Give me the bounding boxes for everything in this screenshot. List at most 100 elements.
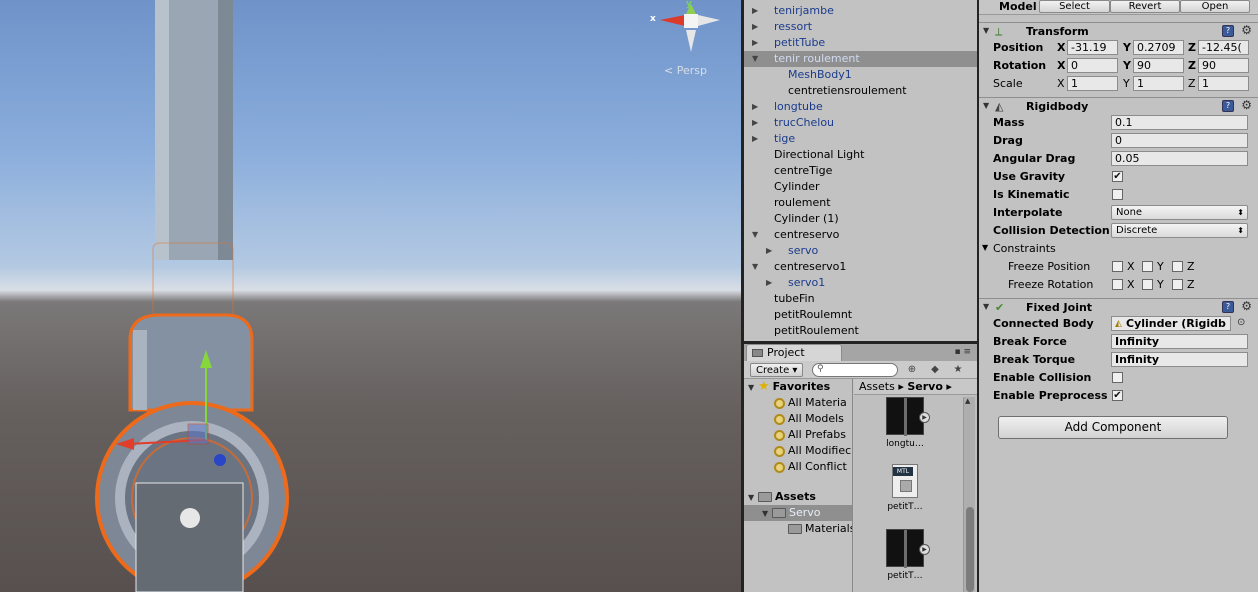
fold-arrow-icon[interactable]: ▼	[748, 380, 758, 396]
assets-row[interactable]: ▼ Assets	[748, 489, 816, 505]
tab-project[interactable]: Project	[746, 344, 842, 361]
lock-menu-icon[interactable]: ▪ ≡	[954, 347, 971, 357]
asset-item[interactable]: MTL petitT…	[875, 464, 935, 512]
search-input[interactable]: ⚲	[812, 363, 898, 377]
axis-x-label[interactable]: X	[1057, 59, 1065, 72]
axis-z-label[interactable]: Z	[1188, 59, 1196, 72]
hierarchy-item[interactable]: centreTige	[744, 163, 977, 179]
collision-detection-dropdown[interactable]: Discrete ⬍	[1111, 223, 1248, 238]
hierarchy-item[interactable]: ▶ petitTube	[744, 35, 977, 51]
scene-view[interactable]: x y < Persp	[0, 0, 741, 592]
collapsed-arrow-icon[interactable]: ▶	[752, 131, 762, 147]
axis-y-label[interactable]: Y	[1123, 41, 1131, 54]
expanded-arrow-icon[interactable]: ▼	[752, 227, 762, 243]
break-force-label[interactable]: Break Force	[993, 335, 1067, 348]
hierarchy-item[interactable]: Cylinder	[744, 179, 977, 195]
hierarchy-item[interactable]: ▼ centreservo	[744, 227, 977, 243]
transform-header[interactable]: ▼ ⟂ Transform ? ⚙	[979, 22, 1258, 39]
hierarchy-item[interactable]: petitRoulement	[744, 323, 977, 339]
axis-x-label[interactable]: X	[1057, 41, 1065, 54]
scale-z-field[interactable]: 1	[1198, 76, 1249, 91]
fold-arrow-icon[interactable]: ▼	[983, 26, 989, 35]
servo-folder-row[interactable]: ▼ Servo	[744, 505, 852, 522]
revert-button[interactable]: Revert	[1110, 0, 1180, 13]
axis-z-label[interactable]: Z	[1188, 41, 1196, 54]
move-gizmo-z[interactable]	[214, 454, 226, 466]
collapsed-arrow-icon[interactable]: ▶	[752, 3, 762, 19]
collapsed-arrow-icon[interactable]: ▶	[766, 275, 776, 291]
favorite-item[interactable]: All Conflict	[774, 459, 847, 475]
interpolate-dropdown[interactable]: None ⬍	[1111, 205, 1248, 220]
fold-arrow-icon[interactable]: ▼	[762, 506, 772, 522]
axis-y-label[interactable]: Y	[1123, 77, 1130, 90]
hierarchy-item[interactable]: roulement	[744, 195, 977, 211]
object-picker-icon[interactable]: ⊙	[1237, 317, 1245, 328]
collapsed-arrow-icon[interactable]: ▶	[752, 115, 762, 131]
persp-label[interactable]: < Persp	[664, 64, 707, 77]
filter-type-icon[interactable]: ⊕	[904, 363, 920, 377]
expanded-arrow-icon[interactable]: ▼	[752, 259, 762, 275]
play-icon[interactable]: ▶	[919, 544, 930, 555]
scrollbar-thumb[interactable]	[966, 507, 974, 592]
freeze-rotation-z-checkbox[interactable]	[1172, 279, 1183, 290]
angular-drag-label[interactable]: Angular Drag	[993, 152, 1075, 165]
hierarchy-item[interactable]: ▼ tenir roulement	[744, 51, 977, 67]
scale-label[interactable]: Scale	[993, 77, 1023, 90]
scene-canvas[interactable]	[0, 0, 741, 592]
position-y-field[interactable]: 0.2709	[1133, 40, 1184, 55]
rotation-z-field[interactable]: 90	[1198, 58, 1249, 73]
position-x-field[interactable]: -31.19	[1067, 40, 1118, 55]
freeze-position-y-checkbox[interactable]	[1142, 261, 1153, 272]
favorite-item[interactable]: All Modifiec	[774, 443, 851, 459]
breadcrumb-more-icon[interactable]: ▸	[946, 380, 952, 393]
rotation-x-field[interactable]: 0	[1067, 58, 1118, 73]
enable-preprocessing-checkbox[interactable]: ✔	[1112, 390, 1123, 401]
axis-x-label[interactable]: X	[1057, 77, 1065, 90]
select-button[interactable]: Select	[1039, 0, 1110, 13]
freeze-position-x-checkbox[interactable]	[1112, 261, 1123, 272]
break-torque-field[interactable]: Infinity	[1111, 352, 1248, 367]
collapsed-arrow-icon[interactable]: ▶	[752, 99, 762, 115]
asset-scrollbar[interactable]: ▲	[963, 397, 975, 592]
position-label[interactable]: Position	[993, 41, 1043, 54]
axis-y-label[interactable]: Y	[1123, 59, 1131, 72]
freeze-rotation-x-checkbox[interactable]	[1112, 279, 1123, 290]
help-icon[interactable]: ?	[1222, 100, 1234, 112]
breadcrumb-current[interactable]: Servo	[907, 380, 943, 393]
fold-arrow-icon[interactable]: ▼	[983, 101, 989, 110]
favorite-item[interactable]: All Prefabs	[774, 427, 846, 443]
is-kinematic-checkbox[interactable]	[1112, 189, 1123, 200]
axis-z-label[interactable]: Z	[1188, 77, 1196, 90]
play-icon[interactable]: ▶	[919, 412, 930, 423]
hierarchy-item[interactable]: ▶ tenirjambe	[744, 3, 977, 19]
hierarchy-item[interactable]: Directional Light	[744, 147, 977, 163]
drag-label[interactable]: Drag	[993, 134, 1023, 147]
favorite-item[interactable]: All Materia	[774, 395, 847, 411]
hierarchy-item[interactable]: Cylinder (1)	[744, 211, 977, 227]
break-torque-label[interactable]: Break Torque	[993, 353, 1075, 366]
freeze-position-z-checkbox[interactable]	[1172, 261, 1183, 272]
block-object[interactable]	[135, 482, 244, 592]
hierarchy-item[interactable]: petitRoulemnt	[744, 307, 977, 323]
asset-item[interactable]: ▶ petitT…	[875, 529, 935, 581]
help-icon[interactable]: ?	[1222, 25, 1234, 37]
expanded-arrow-icon[interactable]: ▼	[752, 51, 762, 67]
materials-folder-row[interactable]: Materials	[788, 521, 852, 537]
hierarchy-item[interactable]: centretiensroulement	[744, 83, 977, 99]
collapsed-arrow-icon[interactable]: ▶	[766, 243, 776, 259]
enable-collision-checkbox[interactable]	[1112, 372, 1123, 383]
collapsed-arrow-icon[interactable]: ▶	[752, 19, 762, 35]
scroll-up-icon[interactable]: ▲	[965, 397, 970, 405]
gear-icon[interactable]: ⚙	[1241, 23, 1252, 37]
position-z-field[interactable]: -12.45(	[1198, 40, 1249, 55]
fold-arrow-icon[interactable]: ▼	[982, 243, 988, 252]
favorites-row[interactable]: ▼ ★ Favorites	[748, 379, 830, 395]
hierarchy-item[interactable]: ▶ tige	[744, 131, 977, 147]
hierarchy-item[interactable]: ▶ longtube	[744, 99, 977, 115]
help-icon[interactable]: ?	[1222, 301, 1234, 313]
hierarchy-item[interactable]: ▶ servo	[744, 243, 977, 259]
hierarchy-item[interactable]: tubeFin	[744, 291, 977, 307]
favorite-star-icon[interactable]: ★	[950, 363, 966, 377]
use-gravity-checkbox[interactable]: ✔	[1112, 171, 1123, 182]
orientation-gizmo[interactable]	[660, 4, 720, 52]
